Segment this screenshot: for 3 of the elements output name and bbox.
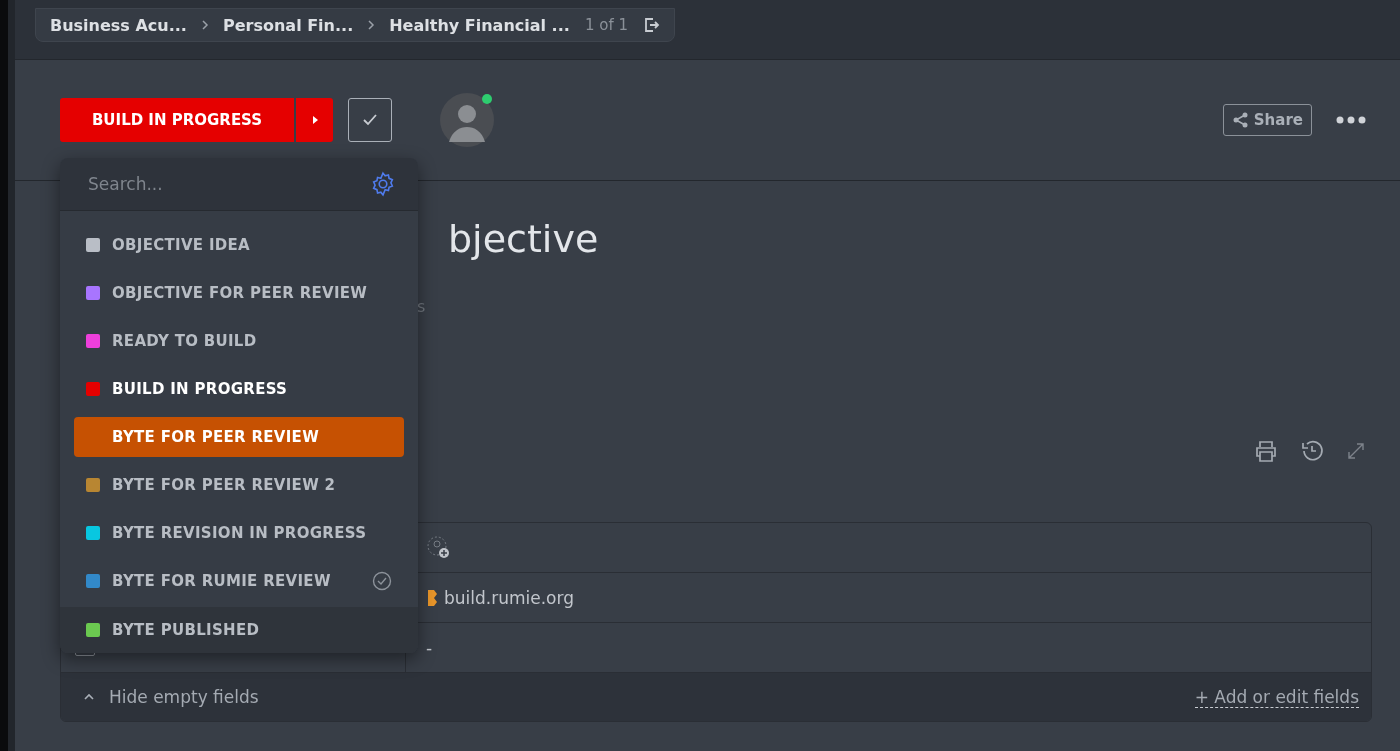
field-value: - (426, 637, 433, 658)
task-title: bjective (448, 217, 599, 261)
page-counter: 1 of 1 (584, 16, 628, 34)
